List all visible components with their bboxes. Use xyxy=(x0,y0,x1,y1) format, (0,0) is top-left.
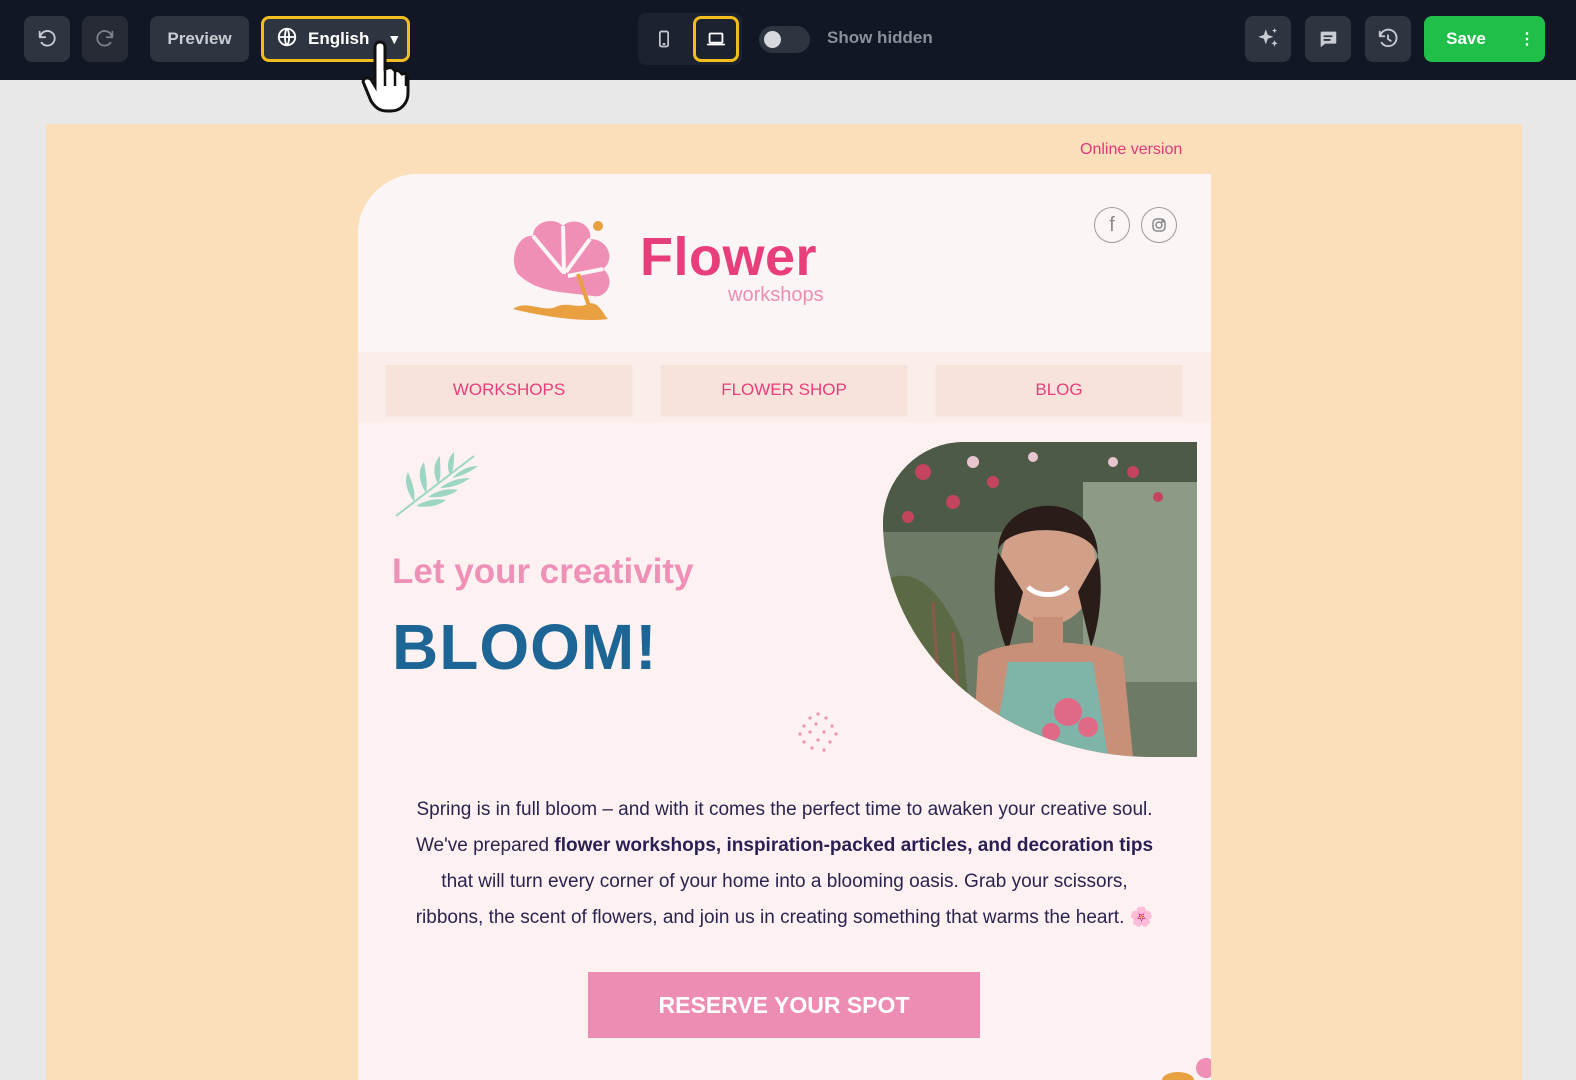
mobile-view-button[interactable] xyxy=(641,16,687,62)
instagram-icon[interactable] xyxy=(1141,207,1177,243)
desktop-icon xyxy=(706,32,726,46)
body-line-2: We've prepared flower workshops, inspira… xyxy=(382,828,1187,864)
nav-blog[interactable]: BLOG xyxy=(936,365,1182,415)
redo-button[interactable] xyxy=(82,16,128,62)
show-hidden-toggle[interactable] xyxy=(759,26,810,53)
body-line-2-start: We've prepared xyxy=(415,835,555,856)
undo-button[interactable] xyxy=(24,16,70,62)
ai-assistant-button[interactable] xyxy=(1245,16,1291,62)
hero-title: BLOOM! xyxy=(392,611,658,683)
reserve-spot-button[interactable]: RESERVE YOUR SPOT xyxy=(588,972,980,1038)
nav-flower-shop[interactable]: FLOWER SHOP xyxy=(661,365,907,415)
leaf-decoration-icon xyxy=(395,452,478,517)
toggle-knob xyxy=(764,31,781,48)
sparkle-icon xyxy=(1258,28,1278,47)
desktop-view-button[interactable] xyxy=(693,16,739,62)
redo-icon xyxy=(96,30,114,47)
body-line-2-bold: flower workshops, inspiration-packed art… xyxy=(554,835,1154,856)
flower-logo-icon xyxy=(513,221,610,320)
preview-button[interactable]: Preview xyxy=(150,16,249,62)
show-hidden-label: Show hidden xyxy=(827,28,933,47)
comment-icon xyxy=(1320,31,1337,48)
save-button[interactable]: Save ⋮ xyxy=(1424,16,1545,62)
more-options-icon[interactable]: ⋮ xyxy=(1509,16,1545,62)
history-button[interactable] xyxy=(1365,16,1411,62)
brand-name: Flower xyxy=(640,227,818,287)
florist-photo xyxy=(883,442,1197,757)
globe-icon xyxy=(276,26,298,53)
hero-subtitle: Let your creativity xyxy=(392,552,694,591)
dots-decoration-icon xyxy=(798,712,838,752)
facebook-icon[interactable]: f xyxy=(1094,207,1130,243)
body-line-1: Spring is in full bloom – and with it co… xyxy=(416,799,1153,820)
editor-toolbar: Preview English ▼ Show hidden Save ⋮ xyxy=(0,0,1576,80)
history-icon xyxy=(1378,28,1398,48)
comments-button[interactable] xyxy=(1305,16,1351,62)
email-body-text: Spring is in full bloom – and with it co… xyxy=(382,792,1187,936)
brand-tagline: workshops xyxy=(728,284,824,306)
online-version-link[interactable]: Online version xyxy=(1080,141,1182,159)
mobile-icon xyxy=(659,30,669,48)
email-card: Flower workshops f WORKSHOPS FLOWER SHOP… xyxy=(358,174,1211,1080)
hand-pointer-cursor-icon xyxy=(361,40,410,113)
undo-icon xyxy=(38,30,56,47)
device-switcher xyxy=(638,13,742,65)
body-line-3: that will turn every corner of your home… xyxy=(441,871,1128,892)
nav-workshops[interactable]: WORKSHOPS xyxy=(386,365,632,415)
flower-corner-decoration-icon xyxy=(1162,1058,1211,1080)
body-line-4: ribbons, the scent of flowers, and join … xyxy=(415,907,1154,928)
save-label: Save xyxy=(1446,29,1486,48)
